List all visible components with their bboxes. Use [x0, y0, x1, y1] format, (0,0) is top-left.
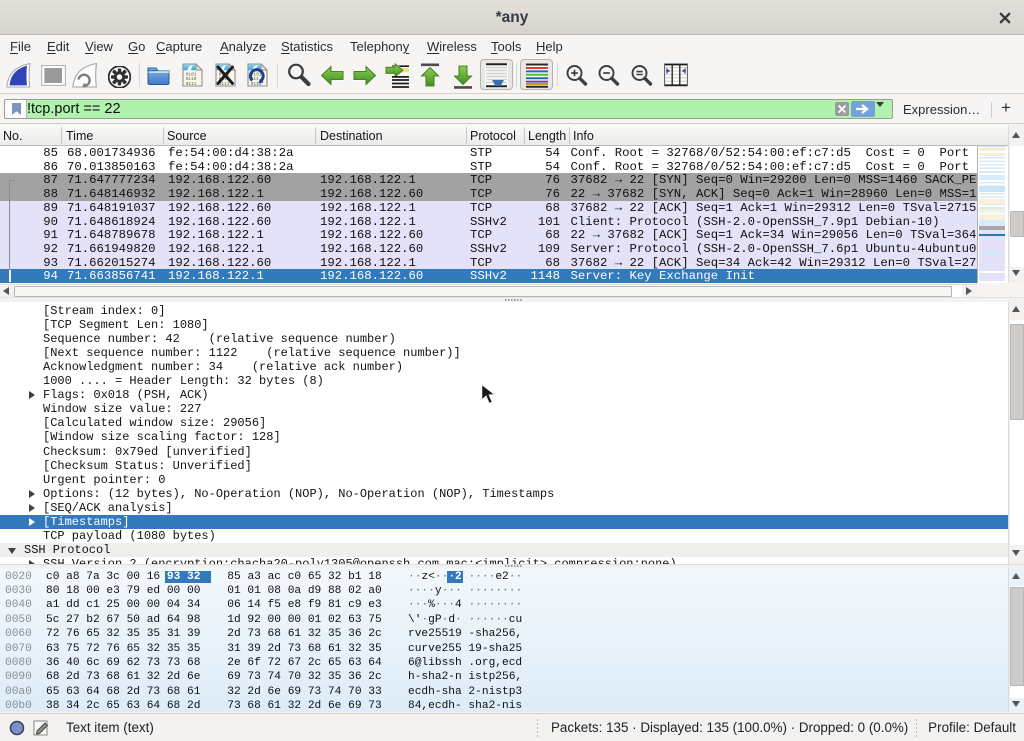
svg-text:0111: 0111	[186, 82, 197, 87]
